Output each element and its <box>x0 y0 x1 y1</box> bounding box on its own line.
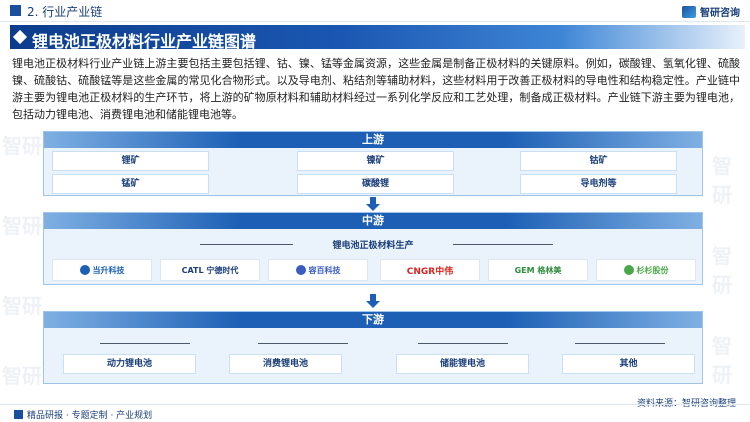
watermark: 智研 <box>712 334 732 387</box>
source-note: 资料来源：智研咨询整理 <box>636 399 736 409</box>
company-logo-icon <box>295 265 306 275</box>
intro-paragraph: 锂电池正极材料行业产业链上游主要包括主要包括锂、钴、镍、锰等金属资源，这些金属是… <box>12 57 740 121</box>
top-header: 2. 行业产业链 智研咨询 <box>0 0 750 22</box>
footer-logo-icon <box>14 410 23 419</box>
upstream-item: 锂矿 <box>52 151 209 171</box>
downstream-title: 下游 <box>44 312 702 328</box>
upstream-title: 上游 <box>44 132 702 148</box>
midstream-title: 中游 <box>44 213 702 229</box>
diamond-icon <box>12 29 28 45</box>
company-name: 当升科技 <box>92 265 125 275</box>
company-logo: GEM 格林美 <box>488 259 588 281</box>
watermark: 智研 <box>2 134 42 158</box>
watermark: 智研 <box>2 214 42 238</box>
company-logo: CATL 宁德时代 <box>160 259 260 281</box>
watermark: 智研 <box>2 364 42 388</box>
company-logo: 当升科技 <box>52 259 152 281</box>
company-logo: 容百科技 <box>268 259 368 281</box>
downstream-item: 动力锂电池 <box>63 354 196 374</box>
company-logo-icon <box>79 265 90 275</box>
company-logo: CNGR中伟 <box>380 259 480 281</box>
upstream-item: 碳酸锂 <box>297 174 454 194</box>
upstream-item: 镍矿 <box>297 151 454 171</box>
upstream-item: 锰矿 <box>52 174 209 194</box>
downstream-item: 储能锂电池 <box>396 354 529 374</box>
brand: 智研咨询 <box>682 4 740 19</box>
upstream-item: 钴矿 <box>520 151 677 171</box>
divider-line <box>453 244 553 245</box>
company-logo-icon <box>623 265 634 275</box>
watermark: 智研 <box>712 244 732 297</box>
company-name: CNGR中伟 <box>406 266 454 277</box>
arrow-down-icon <box>366 197 380 211</box>
company-name: 容百科技 <box>308 265 341 275</box>
header-divider <box>0 21 750 22</box>
divider-line <box>100 343 190 344</box>
section-icon <box>10 5 21 16</box>
downstream-item: 其他 <box>562 354 695 374</box>
company-logo: 杉杉股份 <box>596 259 696 281</box>
title-bar: 锂电池正极材料行业产业链图谱 <box>10 25 745 51</box>
company-name: 杉杉股份 <box>636 265 669 275</box>
divider-line <box>200 244 293 245</box>
divider-line <box>418 343 508 344</box>
watermark: 智研 <box>2 294 42 318</box>
company-name: CATL 宁德时代 <box>181 265 239 275</box>
footer-divider <box>0 404 750 405</box>
section-title: 2. 行业产业链 <box>27 5 103 19</box>
watermark: 智研 <box>712 154 732 207</box>
divider-line <box>575 343 665 344</box>
brand-logo-icon <box>682 5 696 18</box>
brand-name: 智研咨询 <box>700 8 740 19</box>
page-title: 锂电池正极材料行业产业链图谱 <box>32 32 257 51</box>
arrow-down-icon <box>366 294 380 308</box>
footer-tagline: 精品研报 · 专题定制 · 产业规划 <box>14 408 152 421</box>
footer-text: 精品研报 · 专题定制 · 产业规划 <box>27 411 153 421</box>
midstream-label: 锂电池正极材料生产 <box>332 241 414 251</box>
company-name: GEM 格林美 <box>514 265 562 275</box>
divider-line <box>258 343 348 344</box>
downstream-item: 消费锂电池 <box>229 354 342 374</box>
upstream-item: 导电剂等 <box>520 174 677 194</box>
